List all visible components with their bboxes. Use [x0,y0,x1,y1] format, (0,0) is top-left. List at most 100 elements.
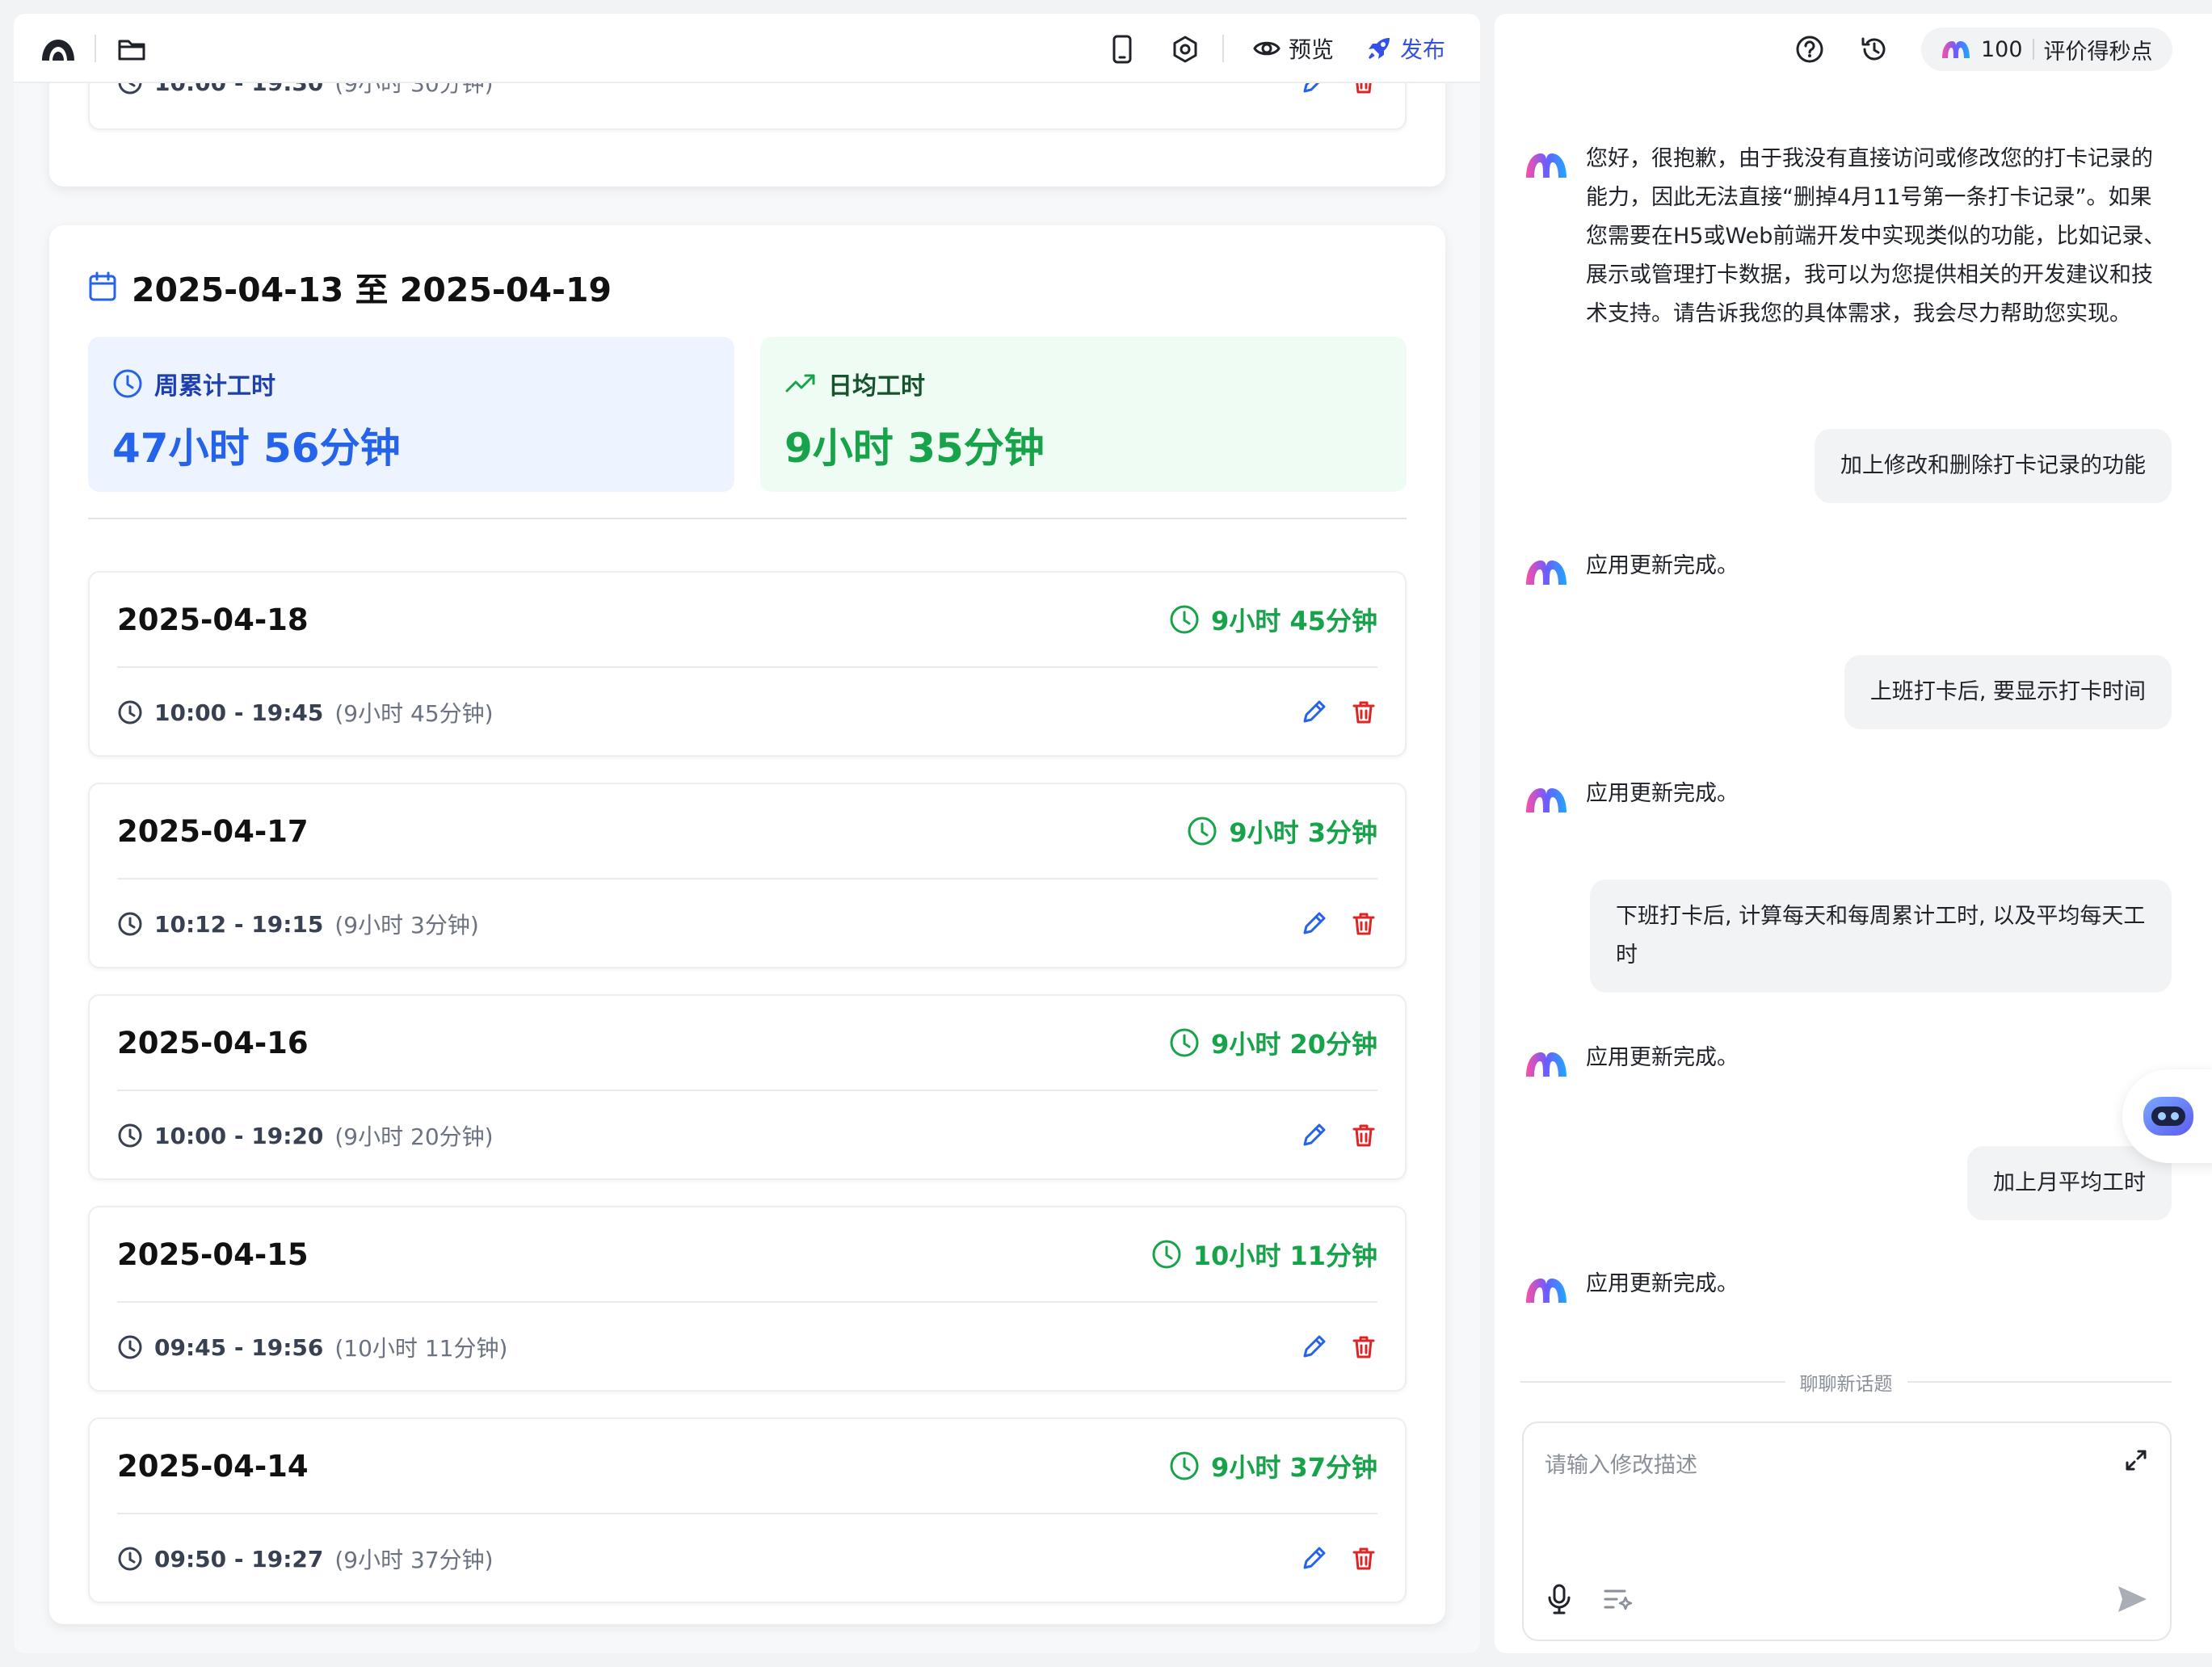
record-header: 2025-04-18 9小时 45分钟 [117,573,1377,668]
send-icon[interactable] [2115,1583,2149,1619]
weekly-total-stat: 周累计工时 47小时 56分钟 [88,337,734,492]
user-message: 下班打卡后, 计算每天和每周累计工时, 以及平均每天工时 [1590,880,2172,993]
record-date: 2025-04-17 [117,813,309,849]
record-row: 10:00 - 19:45 (9小时 45分钟) [117,668,1377,757]
publish-label: 发布 [1400,36,1446,63]
user-message: 加上修改和删除打卡记录的功能 [1815,429,2172,503]
record-card: 2025-04-14 9小时 37分钟 09:50 - 19:27 (9小时 37分钟… [88,1417,1407,1603]
record-time: 09:45 - 19:56 [154,1333,324,1361]
record-header: 2025-04-17 9小时 3分钟 [117,784,1377,880]
edit-icon[interactable] [1300,1333,1327,1361]
record-actions [1300,699,1377,726]
edit-icon[interactable] [1300,910,1327,938]
floating-assistant-button[interactable] [2122,1069,2212,1163]
assistant-avatar-icon [1526,153,1566,178]
delete-icon[interactable] [1350,1122,1377,1149]
delete-icon[interactable] [1350,910,1377,938]
help-icon[interactable] [1794,33,1826,65]
divider [88,518,1407,519]
expand-icon[interactable] [2123,1447,2149,1476]
preview-panel: 预览 发布 10:00 - 19:30 (9小时 30分钟) [14,14,1480,1653]
record-duration: (9小时 20分钟) [334,1123,494,1150]
assistant-avatar-icon [1526,561,1566,585]
assistant-message: 应用更新完成。 [1524,1039,2171,1085]
delete-icon[interactable] [1350,1333,1377,1361]
publish-button[interactable]: 发布 [1366,14,1445,83]
points-pill[interactable]: 100 评价得秒点 [1921,27,2172,71]
record-row: 10:00 - 19:20 (9小时 20分钟) [117,1091,1377,1180]
record-date: 2025-04-14 [117,1448,309,1484]
clock-icon [1170,1028,1199,1057]
clock-icon [1170,605,1199,634]
weekly-total-value: 47小时 56分钟 [112,425,401,472]
preview-button[interactable]: 预览 [1253,14,1334,83]
rate-action-label: 评价得秒点 [2043,39,2153,65]
chat-header: 100 评价得秒点 [1495,14,2212,83]
previous-week-card: 10:00 - 19:30 (9小时 30分钟) [49,83,1445,187]
delete-icon[interactable] [1350,1545,1377,1573]
record-header: 2025-04-15 10小时 11分钟 [117,1207,1377,1303]
prompt-input[interactable]: 请输入修改描述 [1522,1421,2172,1641]
microphone-icon[interactable] [1546,1583,1572,1619]
weekly-total-label: 周累计工时 [154,372,275,401]
record-duration: (9小时 30分钟) [334,83,494,97]
chat-panel: 100 评价得秒点 您好，很抱歉，由于我没有直接访问或修改您的打卡记录的能力，因… [1495,14,2212,1653]
assistant-message-text: 应用更新完成。 [1586,553,1739,578]
mobile-view-icon[interactable] [1106,33,1138,65]
week-range-title: 2025-04-13 至 2025-04-19 [132,271,612,309]
user-message: 上班打卡后, 要显示打卡时间 [1844,655,2172,729]
record-card: 2025-04-18 9小时 45分钟 10:00 - 19:45 (9小时 45分钟… [88,571,1407,757]
record-actions [1300,910,1377,938]
robot-icon [2143,1097,2193,1136]
assistant-avatar-icon [1526,1279,1566,1303]
record-row: 09:50 - 19:27 (9小时 37分钟) [117,1514,1377,1603]
toolbar-separator [1222,35,1224,62]
daily-average-label: 日均工时 [828,372,925,401]
toolbar-separator [95,35,96,62]
settings-icon[interactable] [1169,33,1201,65]
clock-icon [118,1123,142,1148]
clock-icon [118,912,142,936]
clock-icon [118,700,142,724]
edit-icon[interactable] [1300,1122,1327,1149]
new-topic-label: 聊聊新话题 [1799,1374,1893,1395]
record-total: 9小时 37分钟 [1169,1447,1377,1484]
points-value: 100 [1981,36,2023,62]
clock-icon [1152,1240,1181,1269]
record-header: 2025-04-14 9小时 37分钟 [117,1419,1377,1514]
record-duration: (9小时 3分钟) [334,912,479,938]
folder-icon[interactable] [116,33,148,65]
record-card: 2025-04-17 9小时 3分钟 10:12 - 19:15 (9小时 3分钟) [88,783,1407,968]
prompt-optimize-icon[interactable] [1603,1586,1634,1617]
record-total: 9小时 45分钟 [1169,601,1377,638]
new-topic-divider[interactable]: 聊聊新话题 [1520,1367,2172,1396]
edit-icon[interactable] [1300,699,1327,726]
clock-icon [118,83,142,94]
eye-icon [1253,41,1281,56]
history-icon[interactable] [1858,33,1890,65]
assistant-message-text: 应用更新完成。 [1586,1045,1739,1070]
preview-label: 预览 [1289,36,1335,63]
preview-content: 10:00 - 19:30 (9小时 30分钟) 2025-04-13 至 20… [14,83,1480,1653]
record-actions [1300,1333,1377,1361]
edit-icon[interactable] [1300,83,1327,96]
record-card: 2025-04-15 10小时 11分钟 09:45 - 19:56 (10小时 11… [88,1206,1407,1392]
record-time: 09:50 - 19:27 [154,1545,324,1573]
rocket-icon [1368,38,1390,60]
record-card: 10:00 - 19:30 (9小时 30分钟) [88,83,1407,130]
points-logo-icon [1942,41,1970,58]
delete-icon[interactable] [1350,699,1377,726]
assistant-message: 应用更新完成。 [1524,775,2171,821]
pill-divider [2032,39,2034,60]
record-total-value: 9小时 3分钟 [1229,817,1377,848]
record-total-value: 9小时 45分钟 [1211,606,1377,636]
record-card: 2025-04-16 9小时 20分钟 10:00 - 19:20 (9小时 20分钟… [88,994,1407,1180]
trending-up-icon [785,374,815,393]
app-logo-icon[interactable] [38,33,78,65]
record-time: 10:00 - 19:20 [154,1122,324,1149]
edit-icon[interactable] [1300,1545,1327,1573]
clock-icon [118,1547,142,1571]
record-time: 10:00 - 19:30 [154,83,323,96]
clock-icon [1188,817,1217,846]
delete-icon[interactable] [1350,83,1377,96]
